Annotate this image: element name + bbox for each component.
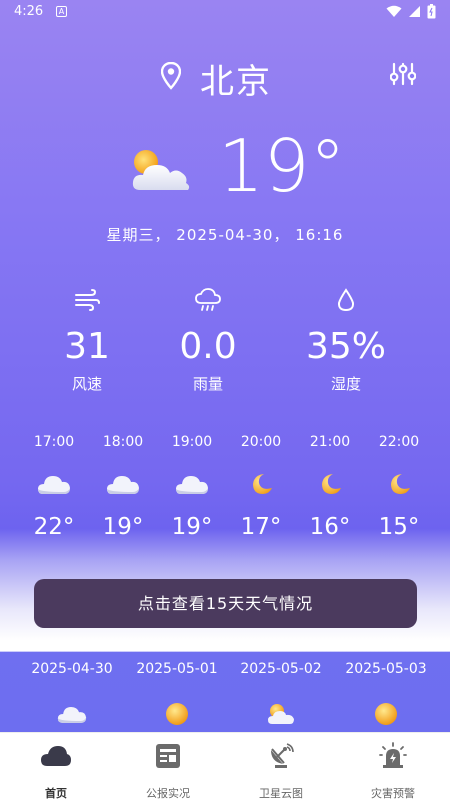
- wind-speed-value: 31: [64, 326, 110, 367]
- location-pin-icon[interactable]: [161, 62, 181, 90]
- status-icons: [386, 4, 436, 19]
- stat-wind: 31 风速: [22, 284, 152, 394]
- hour-time: 19:00: [171, 434, 213, 450]
- sun-icon: [166, 703, 188, 725]
- daily-forecast[interactable]: 2025-04-30 2025-05-01 2025-05-02 2025-05…: [0, 651, 450, 733]
- cloudy-icon: [176, 476, 208, 494]
- hour-temp: 16°: [309, 514, 351, 540]
- nav-bulletin[interactable]: 公报实况: [112, 741, 224, 801]
- rainfall-label: 雨量: [192, 375, 223, 393]
- day-date: 2025-04-30: [31, 661, 113, 677]
- alarm-warning-icon: [379, 742, 407, 768]
- wifi-icon: [386, 5, 402, 17]
- weather-stats: 31 风速 0.0 雨量 35% 湿度: [0, 284, 450, 404]
- hour-temp: 19°: [102, 514, 144, 540]
- hour-temp: 19°: [171, 514, 213, 540]
- sun-icon: [375, 703, 397, 725]
- battery-icon: [427, 4, 436, 19]
- humidity-value: 35%: [305, 326, 386, 367]
- weather-app: 4:26 A 北京 19° 星期三， 2025-04-30， 16:16 31 …: [0, 0, 450, 801]
- hour-time: 22:00: [378, 434, 420, 450]
- status-bar: 4:26 A: [0, 0, 450, 24]
- hour-time: 18:00: [102, 434, 144, 450]
- nav-warning-label: 灾害预警: [371, 787, 415, 800]
- humidity-drop-icon: [337, 288, 355, 312]
- current-weather: 19°: [0, 124, 450, 208]
- nav-satellite[interactable]: 卫星云图: [225, 741, 337, 801]
- nav-home[interactable]: 首页: [0, 741, 112, 801]
- day-item[interactable]: 2025-05-02: [226, 661, 336, 731]
- hour-item: 17:00 22°: [24, 434, 84, 540]
- signal-icon: [409, 6, 420, 17]
- notification-icon: A: [56, 6, 67, 17]
- rain-cloud-icon: [195, 288, 221, 311]
- moon-icon: [322, 474, 341, 494]
- satellite-dish-icon: [271, 743, 294, 768]
- hour-temp: 15°: [378, 514, 420, 540]
- humidity-label: 湿度: [330, 375, 361, 393]
- rainfall-value: 0.0: [179, 326, 237, 367]
- stat-rain: 0.0 雨量: [143, 284, 273, 394]
- cloudy-icon: [107, 476, 139, 494]
- partly-cloudy-icon: [132, 150, 190, 190]
- hour-time: 17:00: [33, 434, 75, 450]
- nav-bulletin-label: 公报实况: [146, 787, 190, 800]
- day-date: 2025-05-02: [240, 661, 322, 677]
- moon-icon: [253, 474, 272, 494]
- header: 北京: [0, 52, 450, 103]
- day-item[interactable]: 2025-05-03: [331, 661, 441, 731]
- bottom-navigation: 首页 公报实况 卫星云图 灾害预警: [0, 732, 450, 801]
- hourly-forecast[interactable]: 17:00 22° 18:00 19° 19:00 19° 20:00 17° …: [0, 434, 450, 554]
- wind-icon: [75, 289, 100, 311]
- city-name[interactable]: 北京: [200, 54, 272, 103]
- status-time: 4:26: [14, 4, 44, 19]
- day-item[interactable]: 2025-04-30: [17, 661, 127, 731]
- hour-time: 21:00: [309, 434, 351, 450]
- hour-temp: 17°: [240, 514, 282, 540]
- day-item[interactable]: 2025-05-01: [122, 661, 232, 731]
- hour-item: 20:00 17°: [231, 434, 291, 540]
- current-temperature: 19°: [218, 124, 346, 208]
- moon-icon: [391, 474, 410, 494]
- cloudy-icon: [57, 706, 87, 723]
- hour-item: 22:00 15°: [369, 434, 429, 540]
- bulletin-icon: [156, 744, 180, 768]
- hour-item: 21:00 16°: [300, 434, 360, 540]
- settings-sliders-icon[interactable]: [390, 62, 416, 86]
- nav-home-label: 首页: [45, 787, 67, 800]
- wind-speed-label: 风速: [71, 375, 102, 393]
- nav-satellite-label: 卫星云图: [259, 787, 303, 800]
- partly-cloudy-icon: [268, 704, 294, 724]
- day-date: 2025-05-01: [136, 661, 218, 677]
- hour-temp: 22°: [33, 514, 75, 540]
- cloud-home-icon: [41, 746, 71, 766]
- hour-item: 19:00 19°: [162, 434, 222, 540]
- hour-item: 18:00 19°: [93, 434, 153, 540]
- cloudy-icon: [38, 476, 70, 494]
- nav-warning[interactable]: 灾害预警: [337, 741, 449, 801]
- hour-time: 20:00: [240, 434, 282, 450]
- view-15-day-forecast-button[interactable]: 点击查看15天天气情况: [34, 579, 417, 628]
- current-datetime: 星期三， 2025-04-30， 16:16: [106, 226, 344, 244]
- stat-humidity: 35% 湿度: [281, 284, 411, 394]
- day-date: 2025-05-03: [345, 661, 427, 677]
